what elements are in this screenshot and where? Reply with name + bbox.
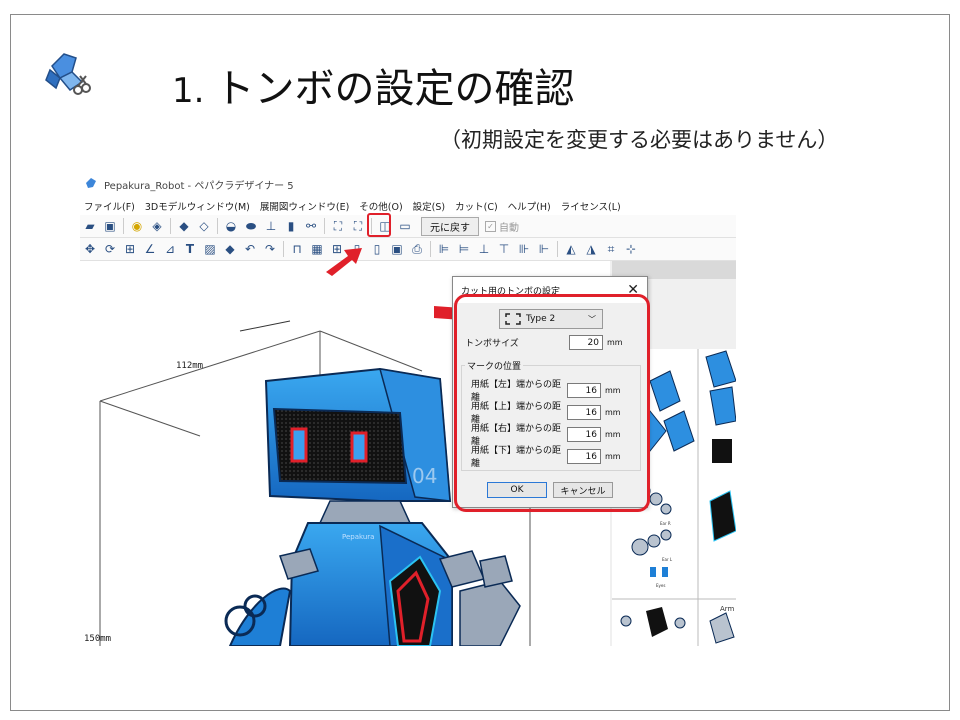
slide-subtitle: （初期設定を変更する必要はありません） <box>440 128 839 152</box>
toolbar-main: ▰ ▣ ◉ ◈ ◆ ◇ ◒ ⬬ ⊥ ▮ ⚯ ⛶ ⛶ ◫ ▭ 元に戻す ✓ 自動 <box>80 215 736 238</box>
width-dimension-label: 112mm <box>176 361 203 371</box>
part-label-ear-l: Ear L <box>662 557 673 562</box>
part-label-arm: Arm <box>720 605 735 613</box>
checkbox-icon: ✓ <box>485 220 496 232</box>
window-title-bar: Pepakura_Robot - ペパクラデザイナー 5 <box>80 172 736 196</box>
crop-marks-settings-highlight <box>367 213 391 237</box>
link-icon[interactable]: ⚯ <box>302 217 320 235</box>
axis-icon[interactable]: ⊥ <box>262 217 280 235</box>
height-dimension-label: 150mm <box>84 634 111 644</box>
cube-icon[interactable]: ◆ <box>175 217 193 235</box>
color-icon[interactable]: ◆ <box>221 240 239 258</box>
menu-unfold-window[interactable]: 展開図ウィンドウ(E) <box>260 199 349 213</box>
print-icon[interactable]: ⎙ <box>408 240 426 258</box>
align-left-icon[interactable]: ⊫ <box>435 240 453 258</box>
image-tool-icon[interactable]: ▨ <box>201 240 219 258</box>
bars-icon[interactable]: ▮ <box>282 217 300 235</box>
align-middle-icon[interactable]: ⊪ <box>515 240 533 258</box>
fold-line-icon[interactable]: ∠ <box>141 240 159 258</box>
toolbar-separator <box>324 218 325 234</box>
menubar: ファイル(F) 3Dモデルウィンドウ(M) 展開図ウィンドウ(E) その他(O)… <box>80 198 736 214</box>
cube-select-icon[interactable]: ◇ <box>195 217 213 235</box>
app-logo-icon <box>86 178 96 188</box>
menu-license[interactable]: ライセンス(L) <box>561 199 621 213</box>
toolbar-separator <box>217 218 218 234</box>
align-bottom-icon[interactable]: ⊥ <box>475 240 493 258</box>
menu-file[interactable]: ファイル(F) <box>84 199 135 213</box>
cylinder-icon[interactable]: ⬬ <box>242 217 260 235</box>
crop-marks-icon[interactable]: ⛶ <box>329 217 347 235</box>
save-icon[interactable]: ▣ <box>101 217 119 235</box>
menu-other[interactable]: その他(O) <box>359 199 402 213</box>
menu-cut[interactable]: カット(C) <box>455 199 498 213</box>
rotate-icon[interactable]: ⟳ <box>101 240 119 258</box>
toolbar-separator <box>283 241 284 257</box>
menu-help[interactable]: ヘルプ(H) <box>508 199 551 213</box>
align-top-icon[interactable]: ⊤ <box>495 240 513 258</box>
select-move-icon[interactable]: ✥ <box>81 240 99 258</box>
undo-icon[interactable]: ↶ <box>241 240 259 258</box>
book-icon[interactable]: ⊓ <box>288 240 306 258</box>
slide-title-text: トンボの設定の確認 <box>214 66 575 112</box>
toolbar-edit: ✥ ⟳ ⊞ ∠ ⊿ T ▨ ◆ ↶ ↷ ⊓ ▦ ⊞ ▯ ▯ ▣ ⎙ ⊫ ⊨ ⊥ … <box>80 238 736 261</box>
align-center-icon[interactable]: ⊨ <box>455 240 473 258</box>
join-icon[interactable]: ⊞ <box>121 240 139 258</box>
bucket-icon[interactable]: ◒ <box>222 217 240 235</box>
light-bulb-icon[interactable]: ◉ <box>128 217 146 235</box>
part-label-ear-r: Ear R <box>660 521 671 526</box>
single-view-icon[interactable]: ▭ <box>396 217 414 235</box>
slide-title: 1. トンボの設定の確認 <box>172 56 574 114</box>
menu-3d-model-window[interactable]: 3Dモデルウィンドウ(M) <box>145 199 250 213</box>
window-title: Pepakura_Robot - ペパクラデザイナー 5 <box>104 180 294 192</box>
toolbar-separator <box>170 218 171 234</box>
restore-button[interactable]: 元に戻す <box>421 216 479 236</box>
robot-number-decal: 04 <box>412 464 437 488</box>
flap-icon[interactable]: ⊿ <box>161 240 179 258</box>
export-icon[interactable]: ▣ <box>388 240 406 258</box>
align-right-icon[interactable]: ⊩ <box>535 240 553 258</box>
flip-vertical-icon[interactable]: ◮ <box>582 240 600 258</box>
pepakura-logo-icon <box>45 53 91 95</box>
redo-icon[interactable]: ↷ <box>261 240 279 258</box>
auto-checkbox-label: 自動 <box>499 222 519 234</box>
arrow-to-settings-icon <box>326 248 362 276</box>
text-tool-icon[interactable]: T <box>181 240 199 258</box>
menu-settings[interactable]: 設定(S) <box>413 199 445 213</box>
slide-number: 1. <box>172 71 205 111</box>
toolbar-separator <box>557 241 558 257</box>
fit-icon[interactable]: ⌗ <box>602 240 620 258</box>
part-label-eyes: Eyes <box>656 583 665 588</box>
crop-marks-settings-icon[interactable]: ⛶ <box>349 217 367 235</box>
auto-checkbox[interactable]: ✓ 自動 <box>485 219 519 234</box>
toolbar-separator <box>123 218 124 234</box>
texture-icon[interactable]: ◈ <box>148 217 166 235</box>
open-folder-icon[interactable]: ▰ <box>81 217 99 235</box>
distribute-icon[interactable]: ⊹ <box>622 240 640 258</box>
dialog-highlight-outline <box>454 294 650 512</box>
page-refresh-icon[interactable]: ▯ <box>368 240 386 258</box>
flip-horizontal-icon[interactable]: ◭ <box>562 240 580 258</box>
robot-brand-decal: Pepakura <box>342 533 374 541</box>
toolbar-separator <box>430 241 431 257</box>
